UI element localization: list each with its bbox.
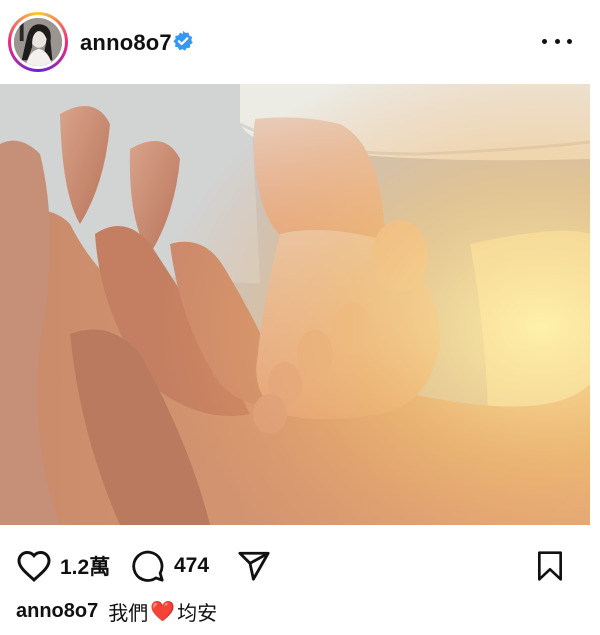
- share-button[interactable]: [236, 548, 272, 584]
- baby-foot-in-hand-photo: [0, 84, 590, 525]
- red-heart-emoji-icon: ❤️: [150, 599, 176, 623]
- post-photo[interactable]: [0, 84, 590, 525]
- verified-badge-icon: [173, 30, 193, 51]
- comment-button[interactable]: 474: [130, 548, 209, 584]
- header-username[interactable]: anno8o7: [80, 30, 172, 56]
- like-count[interactable]: 1.2萬: [60, 551, 110, 581]
- save-button[interactable]: [534, 548, 566, 584]
- like-button[interactable]: 1.2萬: [16, 548, 110, 584]
- caption-username[interactable]: anno8o7: [16, 600, 98, 623]
- send-icon: [238, 551, 270, 581]
- post-header: anno8o7: [0, 0, 600, 84]
- comment-icon: [132, 550, 164, 582]
- caption-text-after: 均安: [177, 600, 218, 625]
- action-bar: 1.2萬 474: [0, 540, 600, 590]
- heart-outline-icon: [17, 550, 51, 582]
- avatar-story-ring[interactable]: [8, 12, 68, 72]
- post-caption: anno8o7 我們 ❤️ 均安: [16, 596, 217, 626]
- instagram-post: anno8o7 1.2萬 474 anno8o7 我們 ❤️ 均安: [0, 0, 600, 635]
- more-options-icon[interactable]: [542, 28, 572, 54]
- caption-text-before: 我們: [108, 600, 149, 625]
- avatar[interactable]: [14, 18, 62, 66]
- bookmark-icon: [538, 551, 562, 581]
- comment-count[interactable]: 474: [174, 554, 209, 578]
- avatar-portrait-icon: [14, 18, 62, 66]
